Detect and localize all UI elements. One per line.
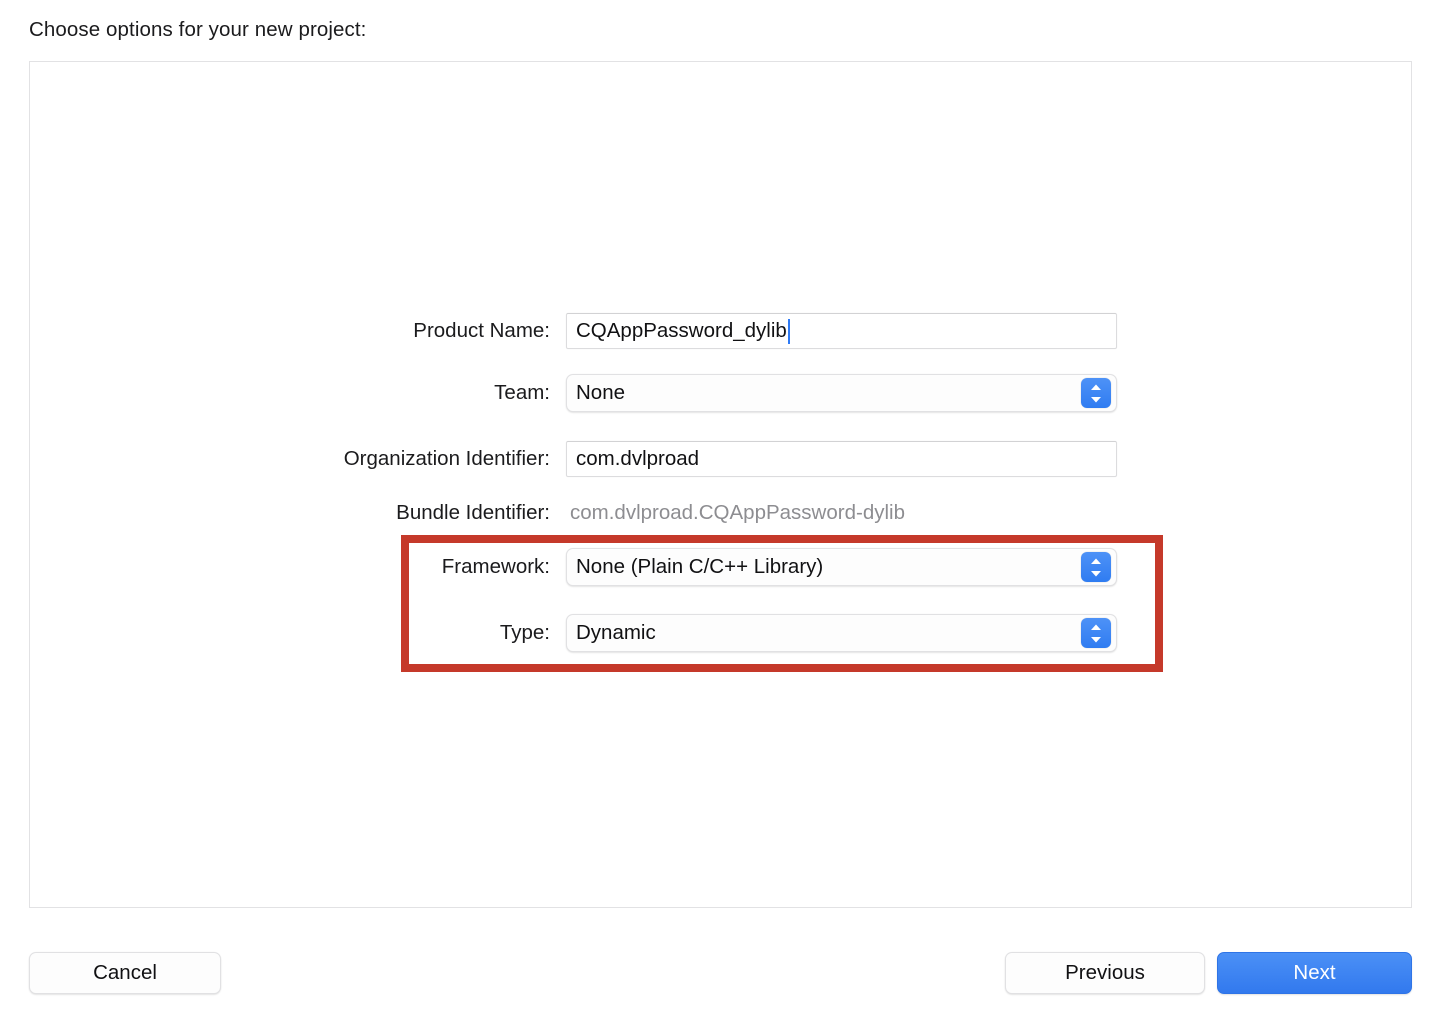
organization-identifier-label: Organization Identifier: [343, 447, 550, 470]
row-team: Team: None [30, 374, 1117, 412]
row-bundle-identifier: Bundle Identifier: com.dvlproad.CQAppPas… [30, 496, 905, 530]
framework-select[interactable]: None (Plain C/C++ Library) [566, 548, 1117, 586]
product-name-value: CQAppPassword_dylib [576, 319, 787, 342]
dialog-footer: Cancel Previous Next [0, 950, 1440, 996]
cancel-button[interactable]: Cancel [29, 952, 221, 994]
team-select[interactable]: None [566, 374, 1117, 412]
row-type: Type: Dynamic [30, 614, 1117, 652]
framework-label: Framework: [441, 555, 550, 578]
row-product-name: Product Name: CQAppPassword_dylib [30, 313, 1117, 349]
product-name-label: Product Name: [413, 319, 550, 342]
bundle-identifier-value: com.dvlproad.CQAppPassword-dylib [570, 501, 905, 524]
page-title: Choose options for your new project: [29, 18, 367, 41]
team-label: Team: [494, 381, 550, 404]
stepper-up-down-icon[interactable] [1081, 378, 1111, 408]
stepper-up-down-icon[interactable] [1081, 552, 1111, 582]
bundle-identifier-label: Bundle Identifier: [396, 501, 550, 524]
options-panel: Product Name: CQAppPassword_dylib Team: … [29, 61, 1412, 908]
organization-identifier-input[interactable]: com.dvlproad [566, 441, 1117, 477]
stepper-up-down-icon[interactable] [1081, 618, 1111, 648]
type-select[interactable]: Dynamic [566, 614, 1117, 652]
product-name-input[interactable]: CQAppPassword_dylib [566, 313, 1117, 349]
text-caret [787, 318, 791, 344]
previous-button[interactable]: Previous [1005, 952, 1205, 994]
next-button[interactable]: Next [1217, 952, 1412, 994]
organization-identifier-value: com.dvlproad [576, 447, 700, 470]
type-label: Type: [499, 621, 550, 644]
framework-value: None (Plain C/C++ Library) [576, 555, 824, 578]
type-value: Dynamic [576, 621, 656, 644]
row-framework: Framework: None (Plain C/C++ Library) [30, 548, 1117, 586]
row-organization-identifier: Organization Identifier: com.dvlproad [30, 441, 1117, 477]
project-options-form: Product Name: CQAppPassword_dylib Team: … [30, 62, 1411, 907]
team-value: None [576, 381, 626, 404]
